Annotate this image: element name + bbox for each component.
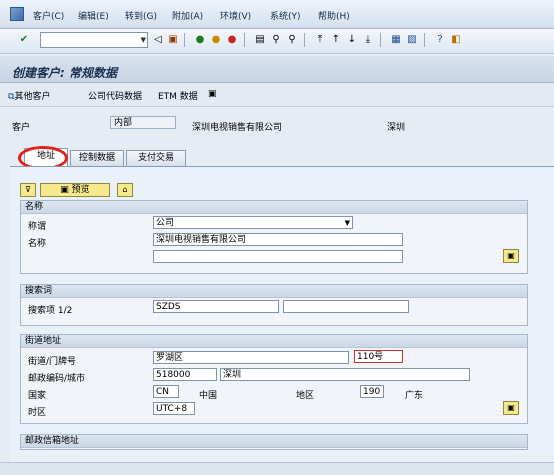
filter-icon[interactable]: ⊽ xyxy=(20,183,36,197)
last-page-icon[interactable]: ⤓ xyxy=(362,34,374,46)
po-box-group: 邮政信箱地址 xyxy=(20,434,528,450)
country-field[interactable]: CN xyxy=(153,385,179,398)
region-field[interactable]: 190 xyxy=(360,385,384,398)
collapse-icon[interactable]: ◁ xyxy=(152,34,164,46)
chevron-down-icon[interactable]: ▼ xyxy=(345,217,350,228)
command-field[interactable]: ▼ xyxy=(40,32,148,48)
print-icon[interactable]: ▤ xyxy=(254,34,266,46)
menu-system[interactable]: 系统(Y) xyxy=(270,9,301,22)
timezone-field[interactable]: UTC+8 xyxy=(153,402,195,415)
customer-label: 客户 xyxy=(12,123,31,133)
international-version-icon[interactable]: ⌂ xyxy=(117,183,133,197)
exit-icon[interactable]: ● xyxy=(210,34,222,46)
name2-field[interactable] xyxy=(153,250,403,263)
po-box-group-title: 邮政信箱地址 xyxy=(21,435,527,448)
toolbar-separator xyxy=(380,33,381,47)
name-label: 名称 xyxy=(28,239,47,249)
etm-button[interactable]: ETM 数据 xyxy=(158,89,198,102)
sap-logo-icon[interactable] xyxy=(10,7,24,21)
menu-goto[interactable]: 转到(G) xyxy=(125,9,157,22)
menu-edit[interactable]: 编辑(E) xyxy=(78,9,109,22)
more-fields-icon[interactable]: ▣ xyxy=(503,249,519,263)
country-label: 国家 xyxy=(28,391,47,401)
menu-help[interactable]: 帮助(H) xyxy=(318,9,350,22)
menu-extras[interactable]: 附加(A) xyxy=(172,9,203,22)
street-label: 街道/门牌号 xyxy=(28,357,77,367)
save-icon[interactable]: ▣ xyxy=(167,34,179,46)
customer-name: 深圳电视销售有限公司 xyxy=(192,123,283,133)
customize-icon[interactable]: ◧ xyxy=(450,34,462,46)
additional-data-icon[interactable]: ▣ xyxy=(208,89,217,99)
tab-control-data[interactable]: 控制数据 xyxy=(70,150,124,166)
toolbar-separator xyxy=(184,33,185,47)
search-group-title: 搜索词 xyxy=(21,285,527,298)
postal-code-field[interactable]: 518000 xyxy=(153,368,217,381)
region-name: 广东 xyxy=(405,391,424,401)
customer-field: 内部 xyxy=(110,116,176,129)
new-session-icon[interactable]: ▦ xyxy=(390,34,402,46)
chevron-down-icon[interactable]: ▼ xyxy=(141,36,146,44)
name-group-title: 名称 xyxy=(21,201,527,214)
region-label: 地区 xyxy=(296,391,315,401)
postal-city-label: 邮政编码/城市 xyxy=(28,374,86,384)
salutation-select[interactable]: 公司 ▼ xyxy=(153,216,353,229)
first-page-icon[interactable]: ⤒ xyxy=(314,34,326,46)
more-address-fields-icon[interactable]: ▣ xyxy=(503,401,519,415)
find-next-icon[interactable]: ⚲ xyxy=(286,34,298,46)
menu-environment[interactable]: 环境(V) xyxy=(220,9,251,22)
status-bar xyxy=(0,462,554,475)
toolbar-separator xyxy=(304,33,305,47)
tab-payment[interactable]: 支付交易 xyxy=(126,150,186,166)
company-code-button[interactable]: 公司代码数据 xyxy=(88,89,142,102)
previous-page-icon[interactable]: ↑ xyxy=(330,34,342,46)
city-field[interactable]: 深圳 xyxy=(220,368,470,381)
search-term-1[interactable]: SZDS xyxy=(153,300,279,313)
street-field[interactable]: 罗湖区 xyxy=(153,351,349,364)
application-toolbar xyxy=(0,84,554,107)
next-page-icon[interactable]: ↓ xyxy=(346,34,358,46)
preview-icon: ▣ xyxy=(60,185,72,195)
timezone-label: 时区 xyxy=(28,408,47,418)
street-group-title: 街道地址 xyxy=(21,335,527,348)
find-icon[interactable]: ⚲ xyxy=(270,34,282,46)
page-title: 创建客户: 常规数据 xyxy=(12,66,117,80)
country-name: 中国 xyxy=(199,391,218,401)
enter-icon[interactable]: ✔ xyxy=(18,34,30,46)
search-term-label: 搜索项 1/2 xyxy=(28,306,73,316)
shortcut-icon[interactable]: ▨ xyxy=(406,34,418,46)
menu-customer[interactable]: 客户(C) xyxy=(33,9,64,22)
back-icon[interactable]: ● xyxy=(194,34,206,46)
house-number-field[interactable]: 110号 xyxy=(354,350,403,363)
salutation-label: 称谓 xyxy=(28,222,47,232)
customer-city: 深圳 xyxy=(387,123,406,133)
cancel-icon[interactable]: ● xyxy=(226,34,238,46)
name-field[interactable]: 深圳电视销售有限公司 xyxy=(153,233,403,246)
search-term-2[interactable] xyxy=(283,300,409,313)
other-customer-button[interactable]: ⧉其他客户 xyxy=(8,89,50,102)
toolbar-separator xyxy=(424,33,425,47)
help-icon[interactable]: ? xyxy=(434,34,446,46)
preview-button[interactable]: ▣ 预览 xyxy=(40,183,110,197)
toolbar-separator xyxy=(244,33,245,47)
